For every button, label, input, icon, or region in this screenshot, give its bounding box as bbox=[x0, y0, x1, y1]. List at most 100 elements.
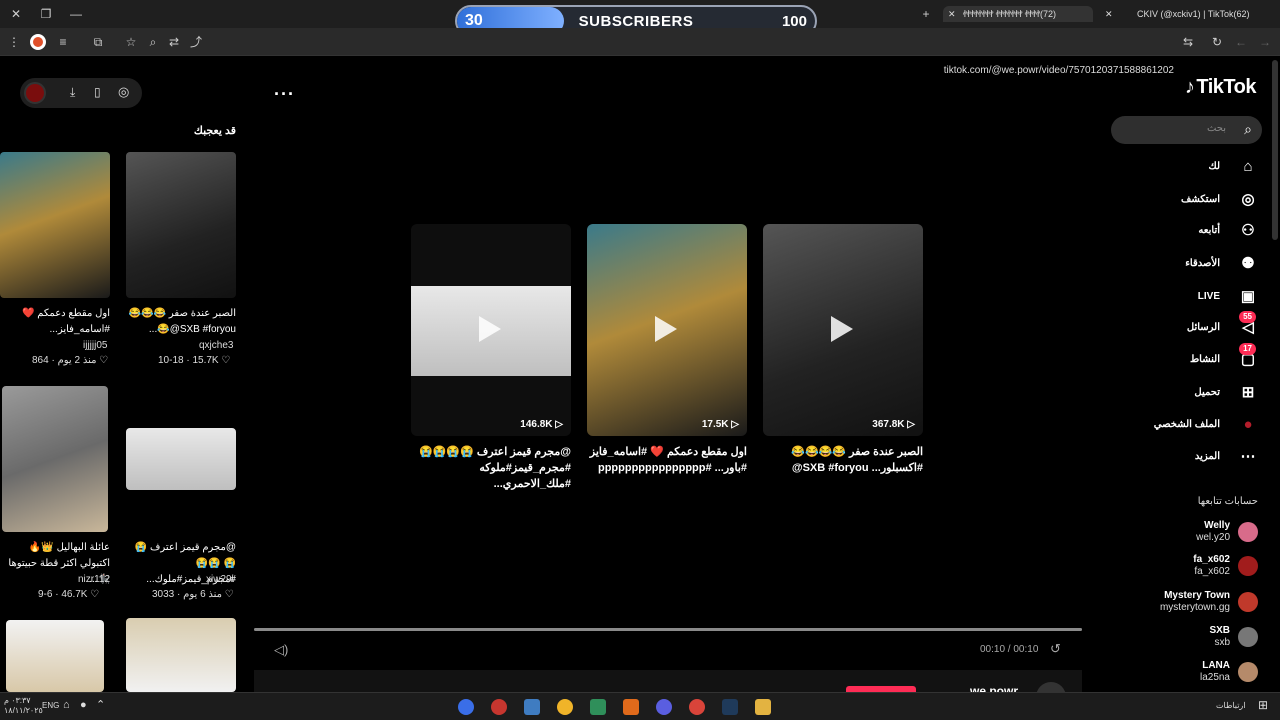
tab-inactive[interactable]: ✕ CKIV (@xckiv1) | TikTok(62) bbox=[1103, 6, 1253, 22]
avatar[interactable] bbox=[1238, 522, 1258, 542]
language-indicator[interactable]: ENG bbox=[42, 701, 59, 710]
avatar[interactable] bbox=[1238, 592, 1258, 612]
close-window-icon[interactable]: ✕ bbox=[8, 6, 24, 22]
recommend-heading: قد يعجبك bbox=[193, 125, 236, 137]
play-icon[interactable] bbox=[831, 316, 853, 342]
play-icon[interactable] bbox=[479, 316, 501, 342]
avatar[interactable] bbox=[1238, 662, 1258, 682]
recommend-user[interactable]: ijjjjj05 bbox=[83, 340, 107, 351]
search-box[interactable]: بحث ⌕ bbox=[1111, 116, 1262, 144]
recommend-likes: 864 bbox=[32, 355, 49, 366]
tab-active[interactable]: ✕ ꬷꬷꬷꬷꬷꬷꬷꬷ ꬷꬷꬷꬷꬷꬷꬷ ꬷꬷꬷꬷ(72) bbox=[943, 6, 1093, 22]
video-caption[interactable]: @مجرم قيمز اعترف 😭😭😭😭 #مجرم_قيمز#ملوكه #… bbox=[409, 444, 571, 492]
sidebar-item-6[interactable]: ▢ النشاط 17 bbox=[1118, 343, 1258, 371]
sidebar-item-8[interactable]: ● الملف الشخصي bbox=[1118, 414, 1258, 436]
video-card[interactable]: 367.8K ▷ bbox=[763, 224, 923, 436]
more-options-icon[interactable]: ··· bbox=[274, 84, 295, 105]
device-icon[interactable]: ▯ bbox=[94, 85, 101, 99]
chat-taskbar-icon[interactable] bbox=[656, 699, 672, 715]
network-icon[interactable]: ⌂ bbox=[63, 699, 70, 711]
sidebar-item-3[interactable]: ⚉ الأصدقاء bbox=[1118, 253, 1258, 275]
download-icon[interactable]: ⤓ bbox=[70, 85, 75, 100]
replay-icon[interactable]: ↺ bbox=[1050, 641, 1061, 657]
recommend-user[interactable]: qxjche3 bbox=[199, 340, 233, 351]
search-icon[interactable]: ⌕ bbox=[1244, 121, 1252, 138]
following-account[interactable]: SXB sxb bbox=[1098, 623, 1258, 653]
back-icon[interactable]: → bbox=[1257, 34, 1273, 50]
following-account[interactable]: Welly wel.y20 bbox=[1098, 518, 1258, 548]
window-taskbar-icon[interactable] bbox=[524, 699, 540, 715]
avatar[interactable] bbox=[1238, 627, 1258, 647]
search-input[interactable]: بحث bbox=[1207, 123, 1226, 134]
network-label[interactable]: ارتباطات bbox=[1216, 701, 1246, 710]
restore-window-icon[interactable]: ❐ bbox=[38, 6, 54, 22]
recommend-thumbnail[interactable] bbox=[126, 618, 236, 692]
folder-taskbar-icon[interactable] bbox=[755, 699, 771, 715]
playlist-icon[interactable]: ≡ bbox=[55, 34, 71, 50]
recommend-user[interactable]: nizr112 bbox=[78, 574, 110, 585]
forward-icon[interactable]: ← bbox=[1233, 34, 1249, 50]
compass-small-icon[interactable]: ◎ bbox=[118, 84, 129, 100]
following-account[interactable]: LANA la25na bbox=[1098, 658, 1258, 688]
tiktok-logo[interactable]: ♪ TikTok bbox=[1185, 76, 1257, 99]
reload-icon[interactable]: ↻ bbox=[1209, 34, 1225, 50]
following-account[interactable]: fa_x602 fa_x602 bbox=[1098, 552, 1258, 582]
site-settings-icon[interactable]: ⇆ bbox=[1180, 34, 1196, 50]
translate-icon[interactable]: ⇄ bbox=[166, 34, 182, 50]
recommend-thumbnail[interactable] bbox=[6, 620, 104, 692]
address-bar: ⋮ ≡ ⧉ ☆ ⌕ ⇄ ⤴ tiktok.com/@we.powr/video/… bbox=[0, 28, 1280, 76]
recommend-thumbnail[interactable] bbox=[126, 428, 236, 490]
following-account[interactable]: Mystery Town mysterytown.gg bbox=[1098, 588, 1258, 618]
sidebar-item-1[interactable]: ◎ استكشف bbox=[1118, 189, 1258, 211]
recommend-thumbnail[interactable] bbox=[2, 386, 108, 532]
recommend-caption[interactable]: الصبر عندة صفر 😂😂😂 SXB #foryou@😂... bbox=[124, 306, 236, 338]
video-card[interactable]: 17.5K ▷ bbox=[587, 224, 747, 436]
recommend-user[interactable]: xiw29i bbox=[206, 574, 234, 585]
separator: · bbox=[48, 355, 58, 366]
start-icon[interactable]: ⊞ bbox=[1258, 698, 1268, 712]
steam-taskbar-icon[interactable] bbox=[722, 699, 738, 715]
zoom-icon[interactable]: ⌕ bbox=[145, 34, 161, 50]
browser-taskbar-icon[interactable] bbox=[689, 699, 705, 715]
video-progress-bar[interactable] bbox=[254, 628, 1082, 631]
video-caption[interactable]: الصبر عندة صفر 😂😂😂😂 #اكسبلور... SXB #for… bbox=[761, 444, 923, 476]
sidebar-item-7[interactable]: ⊞ تحميل bbox=[1118, 382, 1258, 404]
excel-taskbar-icon[interactable] bbox=[590, 699, 606, 715]
sidebar-item-9[interactable]: ⋯ المزيد bbox=[1118, 446, 1258, 468]
extensions-puzzle-icon[interactable]: ⧉ bbox=[90, 34, 106, 50]
tray-chevron-icon[interactable]: ⌃ bbox=[96, 698, 105, 711]
url-field[interactable]: tiktok.com/@we.powr/video/75701203715888… bbox=[944, 65, 1174, 76]
sidebar-item-4[interactable]: ▣ LIVE bbox=[1118, 286, 1258, 308]
sidebar-item-5[interactable]: ◁ الرسائل 55 bbox=[1118, 311, 1258, 339]
account-handle: fa_x602 bbox=[1194, 566, 1230, 577]
view-count: 367.8K ▷ bbox=[872, 419, 915, 430]
recommend-thumbnail[interactable] bbox=[0, 152, 110, 298]
recommend-thumbnail[interactable] bbox=[126, 152, 236, 298]
recommend-caption[interactable]: اول مقطع دعمكم ❤️ #اسامه_فايز... bbox=[0, 306, 110, 338]
video-card[interactable]: 146.8K ▷ bbox=[411, 224, 571, 436]
sidebar-scrollbar[interactable] bbox=[1272, 60, 1278, 240]
avatar[interactable] bbox=[1238, 556, 1258, 576]
user-avatar[interactable] bbox=[24, 82, 46, 104]
microphone-icon[interactable]: ● bbox=[80, 699, 87, 711]
sidebar-item-2[interactable]: ⚇ أتابعه bbox=[1118, 220, 1258, 242]
tab-close-icon[interactable]: ✕ bbox=[1105, 6, 1113, 22]
editor-taskbar-icon[interactable] bbox=[623, 699, 639, 715]
share-icon[interactable]: ⤴ bbox=[188, 34, 204, 50]
minimize-window-icon[interactable]: — bbox=[68, 6, 84, 22]
discord-taskbar-icon[interactable] bbox=[557, 699, 573, 715]
account-name: LANA bbox=[1202, 660, 1230, 671]
tab-close-icon[interactable]: ✕ bbox=[948, 6, 956, 22]
app-taskbar-icon[interactable] bbox=[491, 699, 507, 715]
bookmark-star-icon[interactable]: ☆ bbox=[123, 34, 139, 50]
account-handle: wel.y20 bbox=[1196, 532, 1230, 543]
heart-icon: ♡ bbox=[87, 589, 100, 600]
new-tab-icon[interactable]: + bbox=[918, 6, 934, 22]
chrome-taskbar-icon[interactable] bbox=[458, 699, 474, 715]
sidebar-item-0[interactable]: ⌂ لك bbox=[1118, 156, 1258, 178]
menu-icon[interactable]: ⋮ bbox=[6, 34, 22, 50]
volume-icon[interactable]: ◁) bbox=[274, 642, 288, 658]
video-caption[interactable]: اول مقطع دعمكم ❤️ #اسامه_فايز #باور... #… bbox=[585, 444, 747, 476]
extension-icon[interactable] bbox=[30, 34, 46, 50]
play-icon[interactable] bbox=[655, 316, 677, 342]
